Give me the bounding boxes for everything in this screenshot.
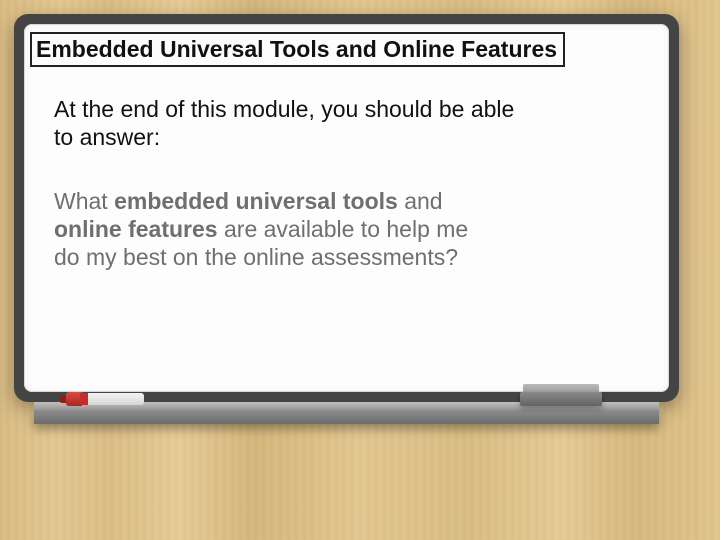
marker-icon (66, 390, 150, 408)
marker-band (80, 393, 88, 405)
whiteboard-frame: Embedded Universal Tools and Online Feat… (14, 14, 679, 402)
question-text: What embedded universal tools and online… (54, 187, 494, 271)
slide-title: Embedded Universal Tools and Online Feat… (30, 32, 565, 67)
question-mid: and (398, 188, 443, 214)
eraser-icon (520, 384, 602, 406)
question-bold-2: online features (54, 216, 218, 242)
tray-front (34, 410, 659, 424)
eraser-base (520, 392, 602, 406)
marker-body (80, 393, 144, 405)
whiteboard-surface: Embedded Universal Tools and Online Feat… (24, 24, 669, 392)
intro-text: At the end of this module, you should be… (54, 95, 524, 151)
question-prefix: What (54, 188, 114, 214)
question-bold-1: embedded universal tools (114, 188, 398, 214)
